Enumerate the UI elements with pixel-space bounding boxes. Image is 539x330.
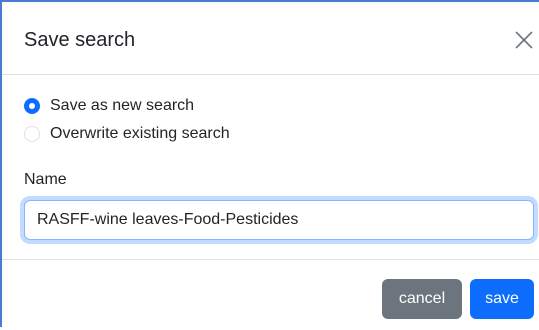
- save-as-new-radio[interactable]: [24, 98, 40, 114]
- save-as-new-label: Save as new search: [50, 97, 195, 114]
- save-button[interactable]: save: [470, 279, 534, 319]
- save-as-new-option[interactable]: Save as new search: [24, 96, 194, 116]
- close-button[interactable]: [512, 28, 536, 52]
- dialog-header: Save search: [2, 2, 539, 75]
- overwrite-radio[interactable]: [24, 126, 40, 142]
- cancel-button[interactable]: cancel: [382, 279, 462, 319]
- dialog-title: Save search: [24, 29, 136, 51]
- name-label: Name: [24, 171, 67, 188]
- save-search-dialog: Save search Save as new search Overwrite…: [0, 0, 539, 327]
- overwrite-option[interactable]: Overwrite existing search: [24, 124, 230, 144]
- overwrite-label: Overwrite existing search: [50, 125, 230, 142]
- dialog-footer: cancel save: [2, 259, 539, 330]
- close-icon: [515, 31, 533, 49]
- name-input[interactable]: [24, 200, 534, 240]
